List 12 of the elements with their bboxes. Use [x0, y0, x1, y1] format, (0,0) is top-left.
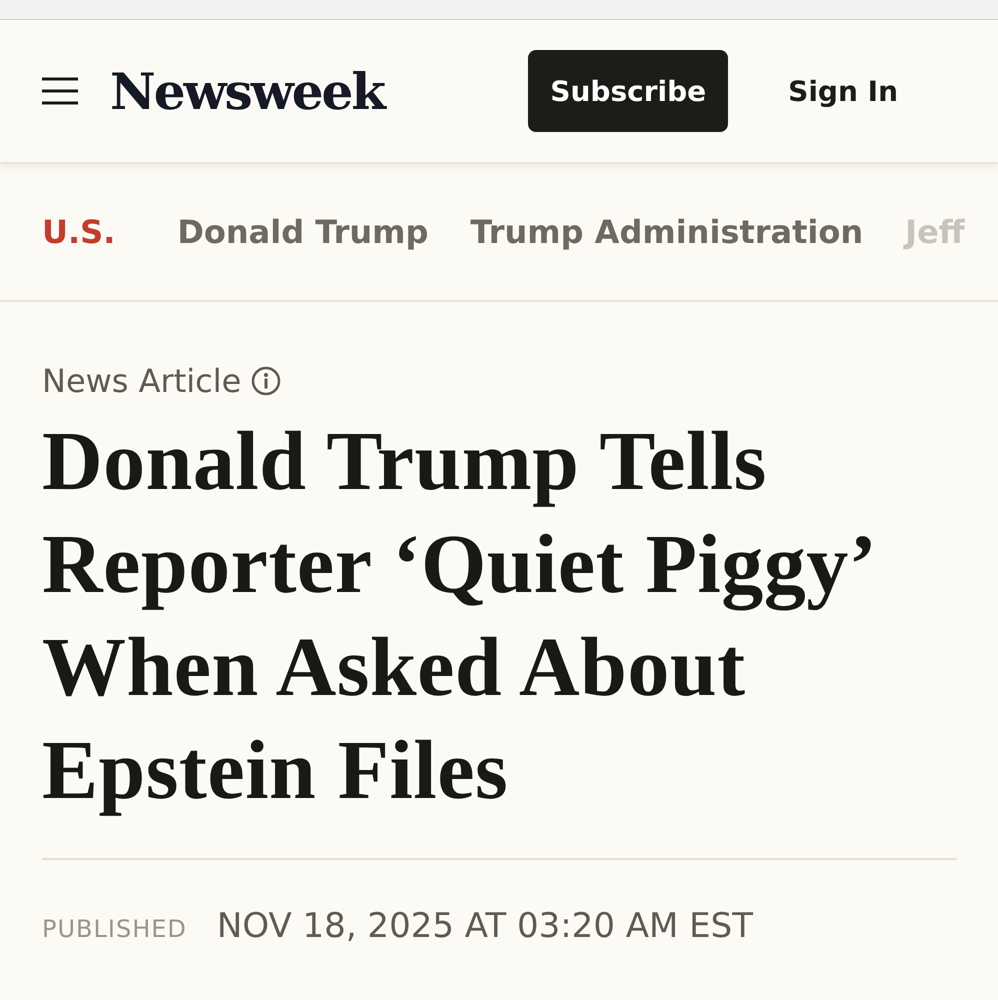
nav-tab[interactable]: Trump Administration [470, 213, 864, 251]
article-type: News Article [42, 362, 242, 400]
published-date: NOV 18, 2025 AT 03:20 AM EST [216, 906, 753, 946]
nav-tab[interactable]: Donald Trump [177, 213, 428, 251]
subscribe-button[interactable]: Subscribe [528, 50, 728, 132]
site-logo[interactable]: Newsweek [110, 62, 384, 120]
sign-in-link[interactable]: Sign In [788, 74, 898, 108]
headline: Donald Trump Tells Reporter ‘Quiet Piggy’ When Asked About Epstein Files [42, 414, 872, 819]
nav-tab[interactable]: U.S. [42, 213, 116, 251]
published-label: PUBLISHED [42, 915, 187, 943]
menu-icon[interactable] [40, 76, 80, 106]
info-icon[interactable] [251, 366, 282, 396]
